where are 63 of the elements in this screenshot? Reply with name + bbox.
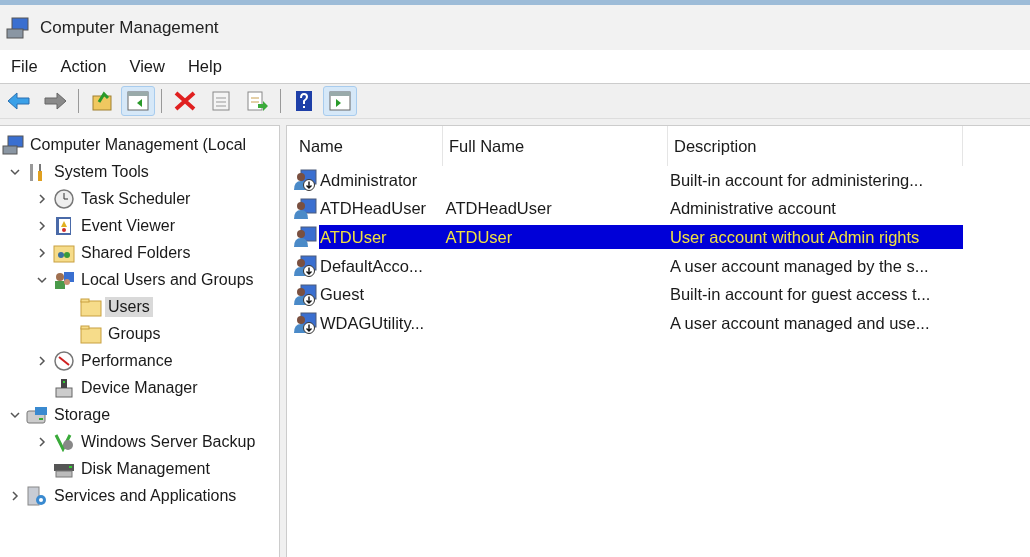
tree-item[interactable]: Shared Folders [78, 242, 194, 263]
table-cell-text: ATDHeadUser [444, 199, 553, 219]
menu-item[interactable]: Action [49, 57, 119, 76]
table-cell-text: A user account managed and use... [668, 313, 931, 333]
shared-folder-icon [53, 242, 75, 263]
tree-item[interactable]: Performance [78, 350, 176, 371]
table-cell-text: ATDUser [444, 228, 514, 247]
tree-item[interactable]: Event Viewer [78, 215, 178, 236]
services-icon [26, 485, 48, 506]
tree-item[interactable]: Services and Applications [51, 485, 240, 506]
tree-item[interactable]: Task Scheduler [78, 188, 194, 209]
window-title: Computer Management [40, 17, 219, 38]
column-header[interactable]: Description [668, 126, 963, 166]
table-row[interactable]: ATDUser ATDUser User account without Admin rights [319, 225, 963, 250]
delete-icon [173, 90, 197, 112]
column-header[interactable]: Name [293, 126, 443, 166]
forward-arrow-icon [43, 90, 67, 112]
menu-item[interactable]: View [118, 57, 177, 76]
pane-icon [126, 90, 150, 112]
clock-icon [53, 188, 75, 209]
chevron-icon[interactable] [36, 435, 48, 448]
table-cell-text: DefaultAcco... [319, 256, 424, 276]
tree-item[interactable]: Groups [105, 323, 164, 344]
tree-item[interactable]: Computer Management (Local [27, 134, 250, 155]
table-cell-text: Administrative account [668, 199, 837, 219]
menu-item[interactable]: File [0, 57, 50, 76]
table-cell-text: Built-in account for guest access t... [668, 285, 932, 305]
menu-item[interactable]: Help [176, 57, 234, 76]
storage-icon [26, 404, 48, 425]
device-icon [53, 377, 75, 398]
table-row[interactable]: ATDHeadUser ATDHeadUser Administrative account [319, 196, 963, 221]
computer-icon [6, 16, 30, 39]
folder-icon [80, 296, 102, 317]
tree-item[interactable]: Windows Server Backup [78, 431, 259, 452]
chevron-icon[interactable] [36, 246, 48, 259]
chevron-icon[interactable] [36, 219, 48, 232]
table-cell-text: Administrator [319, 170, 419, 190]
tree-item[interactable]: Storage [51, 404, 114, 425]
back-arrow-icon [7, 90, 31, 112]
computer-icon [2, 134, 24, 155]
export-icon [245, 90, 269, 112]
tree-item[interactable]: Device Manager [78, 377, 201, 398]
chevron-icon[interactable] [36, 354, 48, 367]
table-cell-text: WDAGUtility... [319, 313, 426, 333]
table-cell-text: ATDUser [319, 228, 388, 247]
tree-item[interactable]: System Tools [51, 161, 152, 182]
gauge-icon [53, 350, 75, 371]
folder-icon [80, 323, 102, 344]
chevron-icon[interactable] [9, 489, 21, 502]
users-icon [53, 269, 75, 290]
column-header[interactable]: Full Name [443, 126, 668, 166]
table-cell-text: Guest [319, 285, 366, 305]
table-cell-text: User account without Admin rights [668, 228, 921, 247]
tree-item[interactable]: Disk Management [78, 458, 213, 479]
properties-icon [209, 90, 233, 112]
tree-item[interactable]: Users [105, 296, 153, 317]
table-cell-text: A user account managed by the s... [668, 256, 930, 276]
pane-icon [328, 90, 352, 112]
table-cell-text: ATDHeadUser [319, 199, 428, 219]
chevron-icon[interactable] [36, 192, 48, 205]
table-cell-text: Built-in account for administering... [668, 170, 925, 190]
tree-item[interactable]: Local Users and Groups [78, 269, 257, 290]
up-folder-icon [90, 90, 114, 112]
